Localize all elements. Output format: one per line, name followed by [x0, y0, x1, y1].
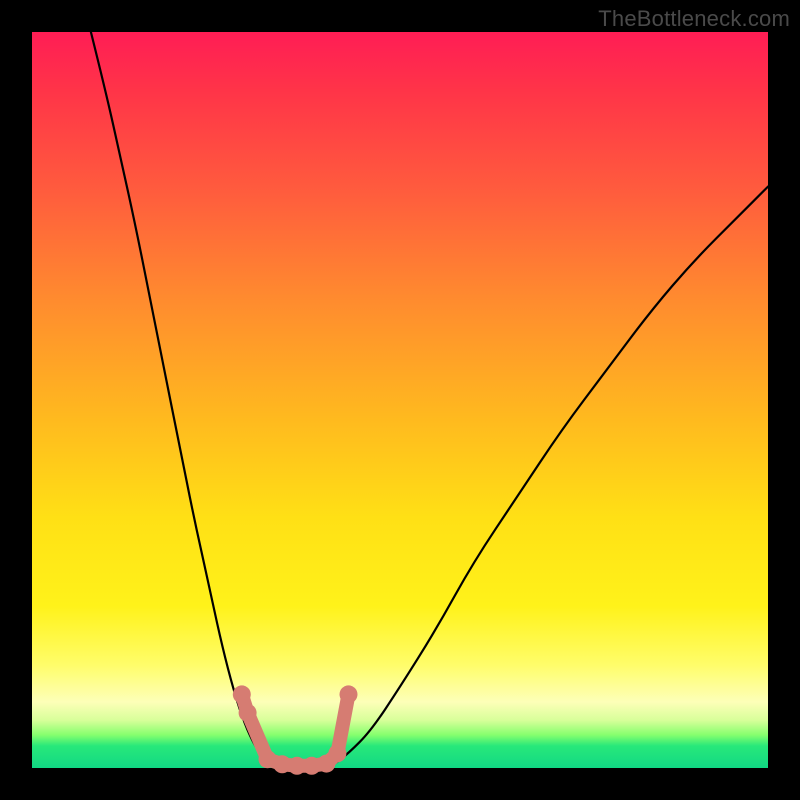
bottleneck-curve	[91, 32, 768, 768]
curve-svg	[32, 32, 768, 768]
watermark-text: TheBottleneck.com	[598, 6, 790, 32]
chart-frame: TheBottleneck.com	[0, 0, 800, 800]
plot-area	[32, 32, 768, 768]
marker-right-knuckle	[328, 744, 346, 762]
valley-markers	[233, 685, 358, 774]
marker-left-knuckle-top	[233, 685, 251, 703]
marker-left-knuckle-mid	[239, 704, 257, 722]
marker-right-tip	[340, 685, 358, 703]
